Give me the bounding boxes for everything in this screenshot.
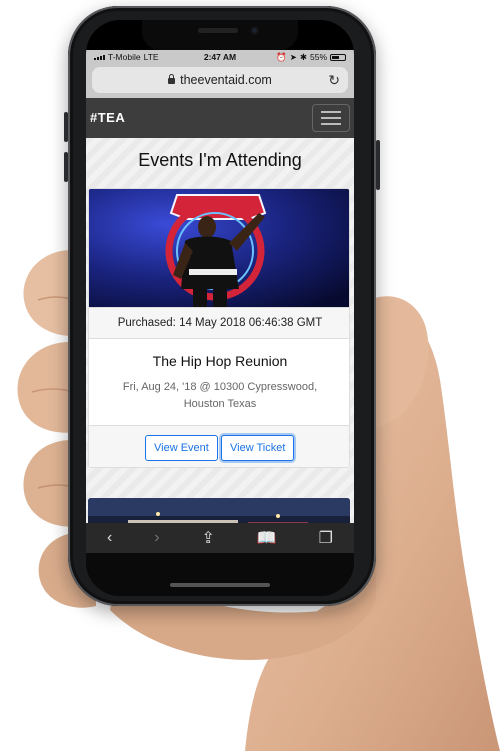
clock: 2:47 AM bbox=[203, 52, 237, 62]
battery-percent: 55% bbox=[309, 52, 327, 62]
purchase-date: Purchased: 14 May 2018 06:46:38 GMT bbox=[89, 307, 349, 339]
power-button bbox=[376, 140, 380, 190]
page-content: Events I'm Attending Purchased: 14 May 2… bbox=[86, 138, 354, 523]
network-label: LTE bbox=[143, 52, 159, 62]
phone-screen: T-Mobile LTE 2:47 AM ⏰ ➤ ✱ 55% theeventa… bbox=[86, 20, 354, 596]
view-event-button[interactable]: View Event bbox=[145, 435, 218, 461]
bluetooth-icon: ✱ bbox=[299, 51, 307, 62]
speaker-grille bbox=[198, 28, 238, 33]
browser-chrome: theeventaid.com ↻ bbox=[86, 64, 354, 98]
volume-up-button bbox=[64, 112, 68, 142]
back-icon[interactable]: ‹ bbox=[107, 529, 112, 547]
bookmarks-icon[interactable]: 📖 bbox=[257, 528, 277, 548]
battery-icon bbox=[330, 53, 346, 61]
home-area bbox=[86, 553, 354, 596]
brand-logo[interactable]: #TEA bbox=[90, 110, 125, 125]
front-camera-icon bbox=[250, 26, 259, 35]
status-bar: T-Mobile LTE 2:47 AM ⏰ ➤ ✱ 55% bbox=[86, 50, 354, 64]
menu-line bbox=[321, 123, 341, 125]
page-title: Events I'm Attending bbox=[138, 150, 302, 170]
tabs-icon[interactable]: ❐ bbox=[319, 528, 333, 548]
card-footer: View Event View Ticket bbox=[89, 425, 349, 467]
home-indicator[interactable] bbox=[170, 583, 270, 587]
event-photo bbox=[89, 189, 349, 307]
hamburger-menu-button[interactable] bbox=[312, 104, 350, 132]
menu-line bbox=[321, 111, 341, 113]
lock-icon bbox=[168, 74, 176, 84]
url-text: theeventaid.com bbox=[180, 73, 272, 87]
carrier-label: T-Mobile bbox=[108, 52, 141, 62]
signal-icon bbox=[94, 54, 105, 60]
event-title[interactable]: The Hip Hop Reunion bbox=[89, 353, 349, 369]
menu-line bbox=[321, 117, 341, 119]
event-date-location: Fri, Aug 24, '18 @ 10300 Cypresswood, Ho… bbox=[122, 381, 318, 410]
location-icon: ➤ bbox=[289, 51, 297, 62]
volume-down-button bbox=[64, 152, 68, 182]
reload-icon[interactable]: ↻ bbox=[328, 72, 340, 89]
site-navbar: #TEA bbox=[86, 98, 354, 138]
notch bbox=[142, 20, 298, 50]
alarm-icon: ⏰ bbox=[276, 51, 287, 62]
view-ticket-button[interactable]: View Ticket bbox=[221, 435, 295, 461]
browser-toolbar: ‹ › ⇪ 📖 ❐ bbox=[86, 523, 354, 553]
event-card: Purchased: 14 May 2018 06:46:38 GMT The … bbox=[88, 188, 350, 468]
next-event-photo bbox=[88, 498, 350, 523]
share-icon[interactable]: ⇪ bbox=[201, 528, 214, 548]
address-bar[interactable]: theeventaid.com ↻ bbox=[92, 67, 348, 93]
forward-icon[interactable]: › bbox=[154, 529, 159, 547]
